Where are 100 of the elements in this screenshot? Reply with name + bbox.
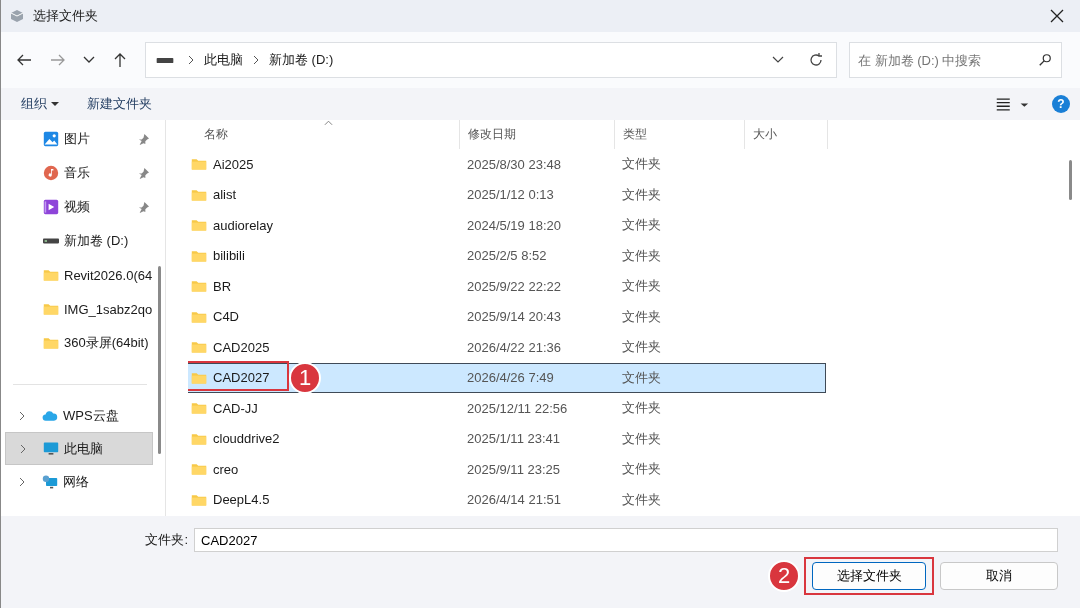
pin-icon — [138, 201, 149, 213]
sidebar-item[interactable]: 360录屏(64bit) — [5, 326, 153, 360]
file-name: alist — [213, 187, 237, 203]
refresh-icon[interactable] — [808, 52, 824, 68]
window-title: 选择文件夹 — [33, 7, 98, 25]
modified-date: 2024/5/19 18:20 — [466, 217, 562, 233]
folder-icon — [43, 301, 59, 317]
monitor-icon — [43, 440, 59, 457]
folder-icon — [191, 400, 207, 417]
expand-chevron-icon[interactable] — [19, 476, 25, 487]
music-note-icon — [43, 165, 59, 181]
scrollbar[interactable] — [158, 266, 161, 454]
folder-icon — [43, 335, 59, 351]
dropdown-caret-icon[interactable] — [772, 56, 784, 64]
step-badge: 1 — [289, 361, 321, 394]
sidebar-item[interactable]: 新加卷 (D:) — [5, 224, 153, 258]
up-arrow-icon — [112, 52, 128, 68]
modified-date: 2025/1/11 23:41 — [466, 431, 561, 447]
breadcrumb[interactable]: 此电脑 — [204, 51, 243, 69]
sidebar-item[interactable]: IMG_1sabz2qo — [5, 292, 153, 326]
sidebar-item-label: 音乐 — [64, 164, 91, 182]
modified-date: 2025/12/11 22:56 — [466, 400, 569, 416]
search-field[interactable]: 在 新加卷 (D:) 中搜索 — [849, 42, 1062, 78]
sidebar-item-label: 360录屏(64bit) — [64, 334, 150, 352]
item-type: 文件夹 — [621, 338, 662, 357]
item-type: 文件夹 — [621, 429, 662, 448]
file-row[interactable]: CAD-JJ 2025/12/11 22:56 文件夹 — [188, 393, 826, 424]
list-view-icon — [996, 97, 1030, 111]
file-row[interactable]: alist 2025/1/12 0:13 文件夹 — [188, 179, 826, 210]
drive-icon — [156, 57, 174, 63]
close-icon — [1050, 9, 1064, 23]
sidebar-item-label: Revit2026.0(64 — [64, 267, 153, 283]
modified-date: 2025/2/5 8:52 — [466, 248, 548, 264]
column-header[interactable]: 大小 — [745, 120, 828, 149]
folder-icon — [191, 461, 207, 478]
sidebar-item[interactable]: 视频 — [5, 190, 153, 224]
sidebar-item[interactable]: 此电脑 — [5, 432, 153, 465]
sidebar-item[interactable]: 网络 — [5, 465, 153, 498]
sidebar-item[interactable]: 图片 — [5, 122, 153, 156]
file-name: creo — [213, 461, 239, 477]
breadcrumb[interactable]: 新加卷 (D:) — [269, 51, 334, 69]
folder-icon — [43, 267, 59, 283]
video-icon — [43, 199, 59, 215]
sidebar-item[interactable]: WPS云盘 — [5, 399, 153, 432]
file-name: Ai2025 — [213, 156, 254, 172]
sidebar-item[interactable]: Revit2026.0(64 — [5, 258, 153, 292]
modified-date: 2025/8/30 23:48 — [466, 156, 562, 172]
sidebar-item-label: 视频 — [64, 198, 91, 216]
help-button[interactable]: ? — [1052, 95, 1070, 113]
file-row[interactable]: clouddrive2 2025/1/11 23:41 文件夹 — [188, 423, 826, 454]
pin-icon — [138, 133, 149, 145]
modified-date: 2025/1/12 0:13 — [466, 187, 555, 203]
file-row[interactable]: BR 2025/9/22 22:22 文件夹 — [188, 271, 826, 302]
item-type: 文件夹 — [621, 490, 662, 509]
file-row[interactable]: CAD2025 2026/4/22 21:36 文件夹 — [188, 332, 826, 363]
folder-name-field[interactable]: CAD2027 — [194, 528, 1058, 552]
file-name: CAD-JJ — [213, 400, 258, 416]
modified-date: 2025/9/22 22:22 — [466, 278, 562, 294]
folder-icon — [191, 217, 207, 234]
file-name: BR — [213, 278, 232, 294]
scrollbar[interactable] — [1069, 160, 1072, 200]
modified-date: 2026/4/26 7:49 — [466, 370, 555, 386]
modified-date: 2025/9/11 23:25 — [466, 461, 561, 477]
toolbar-button[interactable]: 组织 — [13, 91, 67, 117]
modified-date: 2026/4/14 21:51 — [466, 492, 562, 508]
column-header[interactable]: 修改日期 — [460, 120, 615, 149]
folder-icon — [191, 156, 207, 173]
folder-icon — [191, 278, 207, 295]
sidebar-item-label: 图片 — [64, 130, 91, 148]
file-row[interactable]: C4D 2025/9/14 20:43 文件夹 — [188, 301, 826, 332]
file-row[interactable]: bilibili 2025/2/5 8:52 文件夹 — [188, 240, 826, 271]
chevron-down-icon — [83, 56, 95, 64]
expand-chevron-icon[interactable] — [20, 443, 26, 454]
item-type: 文件夹 — [621, 307, 662, 326]
item-type: 文件夹 — [621, 277, 662, 296]
sidebar-item[interactable]: 音乐 — [5, 156, 153, 190]
sidebar-item-label: 此电脑 — [64, 439, 104, 458]
expand-chevron-icon[interactable] — [19, 410, 25, 421]
column-header[interactable]: 类型 — [615, 120, 745, 149]
app-icon — [9, 8, 25, 24]
file-name: CAD2027 — [213, 370, 270, 386]
chevron-icon — [188, 55, 194, 65]
file-row[interactable]: creo 2025/9/11 23:25 文件夹 — [188, 454, 826, 485]
file-row[interactable]: audiorelay 2024/5/19 18:20 文件夹 — [188, 210, 826, 241]
cancel-button[interactable]: 取消 — [940, 562, 1058, 590]
select-folder-button[interactable]: 选择文件夹 — [812, 562, 926, 590]
file-row[interactable]: CAD2027 1 2026/4/26 7:49 文件夹 — [188, 362, 826, 393]
sidebar-item-label: 新加卷 (D:) — [64, 232, 130, 250]
item-type: 文件夹 — [621, 185, 662, 204]
item-type: 文件夹 — [621, 368, 662, 387]
file-row[interactable]: Ai2025 2025/8/30 23:48 文件夹 — [188, 149, 826, 180]
sidebar-item-label: 网络 — [63, 472, 90, 491]
address-bar[interactable]: 此电脑 新加卷 (D:) — [145, 42, 837, 78]
search-icon — [1038, 53, 1052, 67]
file-row[interactable]: DeepL4.5 2026/4/14 21:51 文件夹 — [188, 484, 826, 515]
toolbar-button[interactable]: 新建文件夹 — [79, 91, 160, 117]
column-header[interactable]: 名称 — [188, 120, 460, 149]
file-name: DeepL4.5 — [213, 492, 270, 508]
network-icon — [42, 473, 58, 490]
field-label: 文件夹: — [145, 531, 188, 549]
